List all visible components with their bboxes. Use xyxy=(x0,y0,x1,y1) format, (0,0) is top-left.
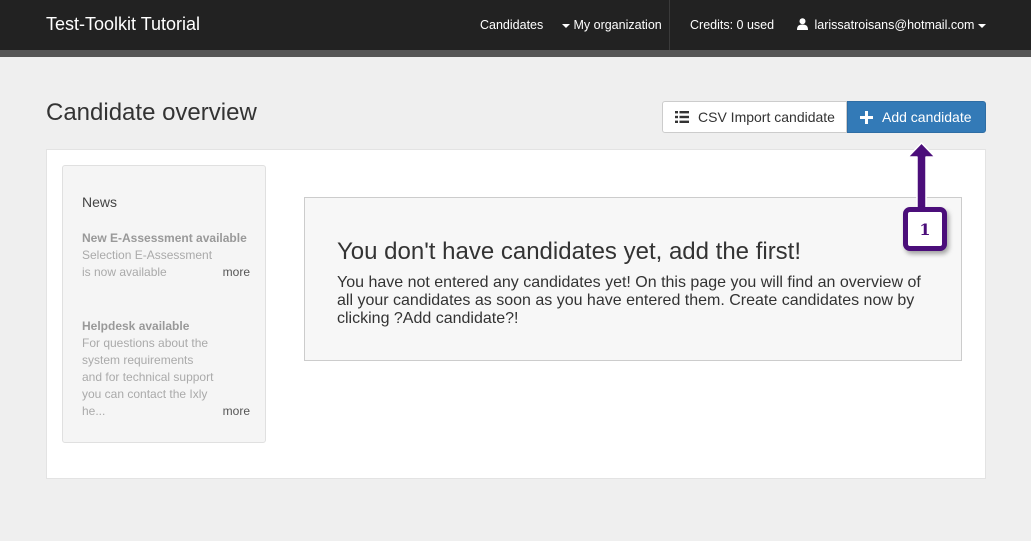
tutorial-step-badge: 1 xyxy=(903,207,947,251)
tutorial-arrow-icon xyxy=(907,142,936,209)
